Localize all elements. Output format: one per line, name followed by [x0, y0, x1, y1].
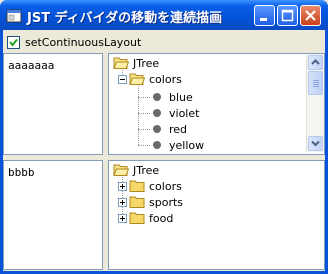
- application-window: JST ディバイダの移動を連続描画 setContinuousLayout aa…: [0, 0, 328, 274]
- close-button[interactable]: [300, 5, 321, 26]
- folder-open-icon: [129, 73, 145, 85]
- split-pane-divider-vertical-top[interactable]: [103, 53, 108, 155]
- tree-node-root[interactable]: JTree: [113, 162, 159, 178]
- tree-node-colors[interactable]: colors: [129, 178, 182, 194]
- tree-node-label: colors: [149, 179, 182, 193]
- tree-leaf-label: red: [169, 122, 188, 136]
- tree-node-label: colors: [149, 72, 182, 86]
- minimize-icon: [260, 18, 267, 21]
- folder-open-icon: [113, 164, 129, 176]
- folder-closed-icon: [129, 180, 145, 192]
- tree-connector: [122, 174, 123, 218]
- bottom-left-text-area[interactable]: bbbb: [3, 160, 103, 270]
- tree-connector: [138, 83, 139, 145]
- top-tree-scroll-pane[interactable]: JTree colors blue violet red yellow: [108, 53, 325, 155]
- tree-leaf-violet[interactable]: violet: [149, 105, 199, 121]
- tree-leaf-label: yellow: [169, 138, 205, 152]
- arrow-down-icon: [311, 140, 320, 147]
- expand-toggle[interactable]: [118, 214, 127, 223]
- tree-leaf-blue[interactable]: blue: [149, 89, 193, 105]
- title-bar[interactable]: JST ディバイダの移動を連続描画: [0, 0, 328, 30]
- tree-leaf-yellow[interactable]: yellow: [149, 137, 204, 153]
- expand-toggle[interactable]: [118, 182, 127, 191]
- scroll-up-button[interactable]: [308, 55, 323, 70]
- tree-node-label: JTree: [133, 56, 160, 70]
- maximize-icon: [281, 9, 294, 22]
- top-left-text-area[interactable]: aaaaaaa: [3, 53, 103, 155]
- tree-node-root[interactable]: JTree: [113, 55, 159, 71]
- scroll-down-button[interactable]: [308, 136, 323, 151]
- java-app-icon: [6, 9, 22, 23]
- folder-open-icon: [113, 57, 129, 69]
- bottom-tree-scroll-pane[interactable]: JTree colors sports food: [108, 160, 325, 270]
- tree-node-food[interactable]: food: [129, 210, 173, 226]
- folder-closed-icon: [129, 212, 145, 224]
- bottom-left-text: bbbb: [8, 166, 35, 179]
- continuous-layout-checkbox[interactable]: [7, 35, 20, 49]
- leaf-bullet-icon: [153, 93, 161, 101]
- split-pane-divider-vertical-bottom[interactable]: [103, 160, 108, 270]
- minimize-button[interactable]: [254, 5, 275, 26]
- vertical-scrollbar[interactable]: [306, 54, 324, 152]
- maximize-button[interactable]: [277, 5, 298, 26]
- tree-node-label: food: [149, 211, 174, 225]
- continuous-layout-checkbox-row[interactable]: setContinuousLayout: [7, 34, 141, 50]
- scrollbar-thumb[interactable]: [308, 71, 323, 95]
- content-pane: setContinuousLayout aaaaaaa JTree colors…: [3, 30, 325, 271]
- leaf-bullet-icon: [153, 109, 161, 117]
- leaf-bullet-icon: [153, 141, 161, 149]
- top-left-text: aaaaaaa: [8, 59, 55, 72]
- expand-toggle[interactable]: [118, 198, 127, 207]
- arrow-up-icon: [311, 59, 320, 65]
- tree-leaf-label: blue: [169, 90, 193, 104]
- tree-node-colors[interactable]: colors: [129, 71, 182, 87]
- tree-node-label: sports: [149, 195, 184, 209]
- tree-node-label: JTree: [133, 163, 160, 177]
- leaf-bullet-icon: [153, 125, 161, 133]
- folder-closed-icon: [129, 196, 145, 208]
- tree-leaf-red[interactable]: red: [149, 121, 187, 137]
- collapse-toggle[interactable]: [118, 75, 127, 84]
- window-title: JST ディバイダの移動を連続描画: [27, 11, 223, 26]
- tree-leaf-label: violet: [169, 106, 200, 120]
- checkbox-label: setContinuousLayout: [25, 35, 142, 49]
- close-icon: [305, 10, 316, 21]
- tree-node-sports[interactable]: sports: [129, 194, 183, 210]
- checkmark-icon: [9, 38, 18, 47]
